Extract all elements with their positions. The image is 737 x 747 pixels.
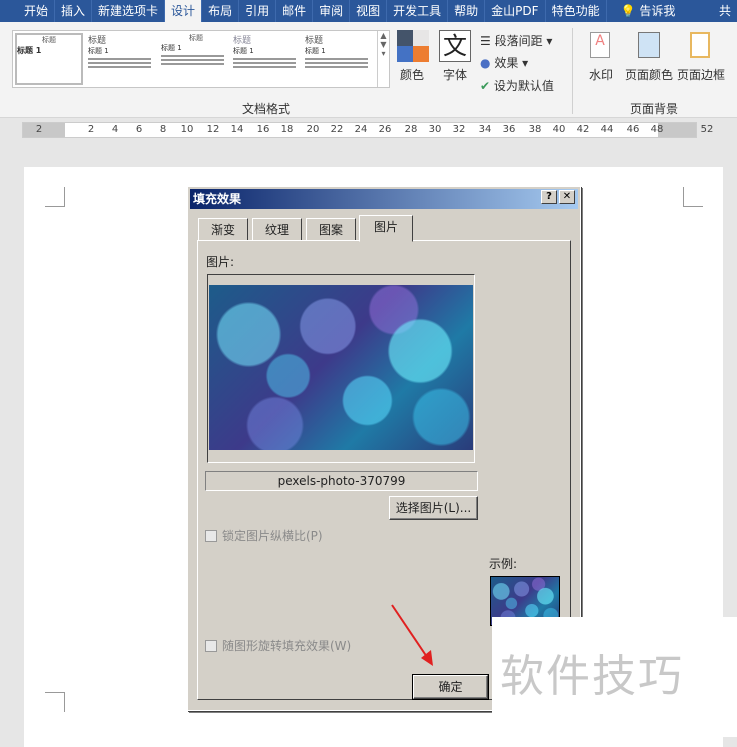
tab-picture[interactable]: 图片 bbox=[359, 215, 413, 242]
page-border-icon bbox=[690, 32, 710, 58]
lightbulb-icon: 💡 bbox=[620, 4, 636, 18]
menu-tab-bar: 开始 插入 新建选项卡 设计 布局 引用 邮件 审阅 视图 开发工具 帮助 金山… bbox=[0, 0, 737, 22]
tab-pdf[interactable]: 金山PDF bbox=[485, 0, 546, 22]
ruler-tick-label: 10 bbox=[180, 124, 194, 135]
tell-me-label: 告诉我 bbox=[639, 4, 676, 18]
tab-design[interactable]: 设计 bbox=[165, 0, 203, 22]
effects-button[interactable]: ● 效果 ▾ bbox=[480, 54, 528, 71]
style-thumb[interactable]: 标题 标题 1 bbox=[233, 33, 303, 85]
tab-developer[interactable]: 开发工具 bbox=[387, 0, 449, 22]
ruler-tick-label: 42 bbox=[576, 124, 590, 135]
margin-corner bbox=[683, 187, 703, 207]
red-arrow-annotation bbox=[391, 604, 433, 666]
margin-corner bbox=[45, 187, 65, 207]
tab-gradient[interactable]: 渐变 bbox=[198, 218, 248, 241]
ruler-tick-label: 20 bbox=[306, 124, 320, 135]
tab-mailings[interactable]: 邮件 bbox=[276, 0, 314, 22]
horizontal-ruler[interactable]: 2 2 4 6 8 10 12 14 16 18 20 22 24 26 28 30 32 34 36 38 40 42 4… bbox=[22, 122, 713, 138]
ruler-tick-label: 6 bbox=[135, 124, 143, 135]
ruler-tick-label: 2 bbox=[35, 124, 43, 135]
ruler-tick-label: 30 bbox=[428, 124, 442, 135]
style-thumb[interactable]: 标题 标题 1 bbox=[88, 33, 158, 85]
set-default-button[interactable]: ✔ 设为默认值 bbox=[480, 77, 554, 94]
picture-label: 图片: bbox=[206, 255, 235, 269]
ruler-tick-label: 4 bbox=[111, 124, 119, 135]
tab-view[interactable]: 视图 bbox=[350, 0, 388, 22]
dialog-title: 填充效果 bbox=[190, 189, 578, 209]
margin-corner bbox=[45, 692, 65, 712]
share-button[interactable]: 共 bbox=[713, 0, 737, 22]
page-border-button[interactable]: 页面边框 bbox=[677, 66, 725, 83]
tab-insert[interactable]: 插入 bbox=[55, 0, 93, 22]
style-thumb[interactable]: 标题 标题 1 bbox=[305, 33, 375, 85]
ruler-tick-label: 22 bbox=[330, 124, 344, 135]
picture-preview bbox=[209, 285, 473, 450]
fonts-button[interactable]: 字体 bbox=[443, 66, 467, 83]
picture-file-name: pexels-photo-370799 bbox=[205, 471, 478, 491]
watermark-icon: A bbox=[590, 32, 610, 58]
ruler-tick-label: 36 bbox=[502, 124, 516, 135]
tab-new[interactable]: 新建选项卡 bbox=[92, 0, 166, 22]
ruler-tick-label: 26 bbox=[378, 124, 392, 135]
gallery-scroll[interactable]: ▲ ▼ ▾ bbox=[377, 31, 389, 87]
lock-aspect-checkbox[interactable]: 锁定图片纵横比(P) bbox=[205, 527, 323, 544]
group-label-page-bg: 页面背景 bbox=[630, 102, 679, 116]
ruler-tick-label: 46 bbox=[626, 124, 640, 135]
ruler-tick-label: 52 bbox=[700, 124, 714, 135]
close-button[interactable]: ✕ bbox=[559, 190, 575, 204]
ruler-tick-label: 48 bbox=[650, 124, 664, 135]
ruler-tick-label: 38 bbox=[528, 124, 542, 135]
effects-icon: ● bbox=[480, 56, 491, 70]
ruler-tick-label: 8 bbox=[159, 124, 167, 135]
rotate-label: 随图形旋转填充效果(W) bbox=[222, 639, 352, 653]
set-default-label: 设为默认值 bbox=[493, 79, 554, 93]
watermark-button[interactable]: 水印 bbox=[589, 66, 613, 83]
tab-home[interactable]: 开始 bbox=[18, 0, 56, 22]
tab-review[interactable]: 审阅 bbox=[313, 0, 351, 22]
ruler-tick-label: 14 bbox=[230, 124, 244, 135]
select-picture-button[interactable]: 选择图片(L)... bbox=[389, 496, 478, 520]
tab-help[interactable]: 帮助 bbox=[448, 0, 486, 22]
rotate-with-shape-checkbox[interactable]: 随图形旋转填充效果(W) bbox=[205, 637, 351, 654]
style-thumb[interactable]: 标题 标题 1 bbox=[161, 33, 231, 85]
ruler-tick-label: 16 bbox=[256, 124, 270, 135]
ruler-tick-label: 28 bbox=[404, 124, 418, 135]
ruler-tick-label: 24 bbox=[354, 124, 368, 135]
page-color-icon bbox=[638, 32, 660, 58]
ruler-tick-label: 44 bbox=[600, 124, 614, 135]
ruler-tick-label: 12 bbox=[206, 124, 220, 135]
tab-features[interactable]: 特色功能 bbox=[546, 0, 607, 22]
ok-button[interactable]: 确定 bbox=[412, 674, 489, 700]
colors-icon bbox=[397, 30, 429, 62]
help-button[interactable]: ? bbox=[541, 190, 557, 204]
ruler-tick-label: 34 bbox=[478, 124, 492, 135]
ruler-tick-label: 32 bbox=[452, 124, 466, 135]
style-thumb[interactable]: 标题 标题 1 bbox=[15, 33, 83, 85]
paragraph-spacing-button[interactable]: ☰ 段落间距 ▾ bbox=[480, 32, 552, 49]
group-label-doc-format: 文档格式 bbox=[242, 102, 291, 116]
check-icon: ✔ bbox=[480, 79, 491, 93]
tab-texture[interactable]: 纹理 bbox=[252, 218, 302, 241]
tab-references[interactable]: 引用 bbox=[239, 0, 277, 22]
colors-button[interactable]: 颜色 bbox=[400, 66, 424, 83]
group-divider bbox=[572, 28, 573, 114]
ribbon: 标题 标题 1 标题 标题 1 标题 标题 1 标题 标题 1 标题 标题 1 ▲ ▼ ▾ 颜… bbox=[0, 22, 737, 118]
tell-me[interactable]: 💡 告诉我 bbox=[607, 0, 682, 22]
ruler-tick-label: 2 bbox=[87, 124, 95, 135]
tab-pattern[interactable]: 图案 bbox=[306, 218, 356, 241]
page-color-button[interactable]: 页面颜色 bbox=[625, 66, 673, 83]
picture-preview-frame bbox=[207, 274, 475, 463]
ruler-tick-label: 18 bbox=[280, 124, 294, 135]
ruler-tick-label: 40 bbox=[552, 124, 566, 135]
lock-aspect-label: 锁定图片纵横比(P) bbox=[222, 529, 323, 543]
fonts-icon: 文 bbox=[439, 30, 471, 62]
effects-label: 效果 bbox=[494, 56, 519, 70]
sample-label: 示例: bbox=[489, 557, 518, 571]
para-spacing-label: 段落间距 bbox=[494, 34, 543, 48]
tab-layout[interactable]: 布局 bbox=[202, 0, 240, 22]
style-gallery[interactable]: 标题 标题 1 标题 标题 1 标题 标题 1 标题 标题 1 标题 标题 1 ▲ ▼ ▾ bbox=[12, 30, 390, 88]
watermark-text: 软件技巧 bbox=[492, 617, 737, 737]
